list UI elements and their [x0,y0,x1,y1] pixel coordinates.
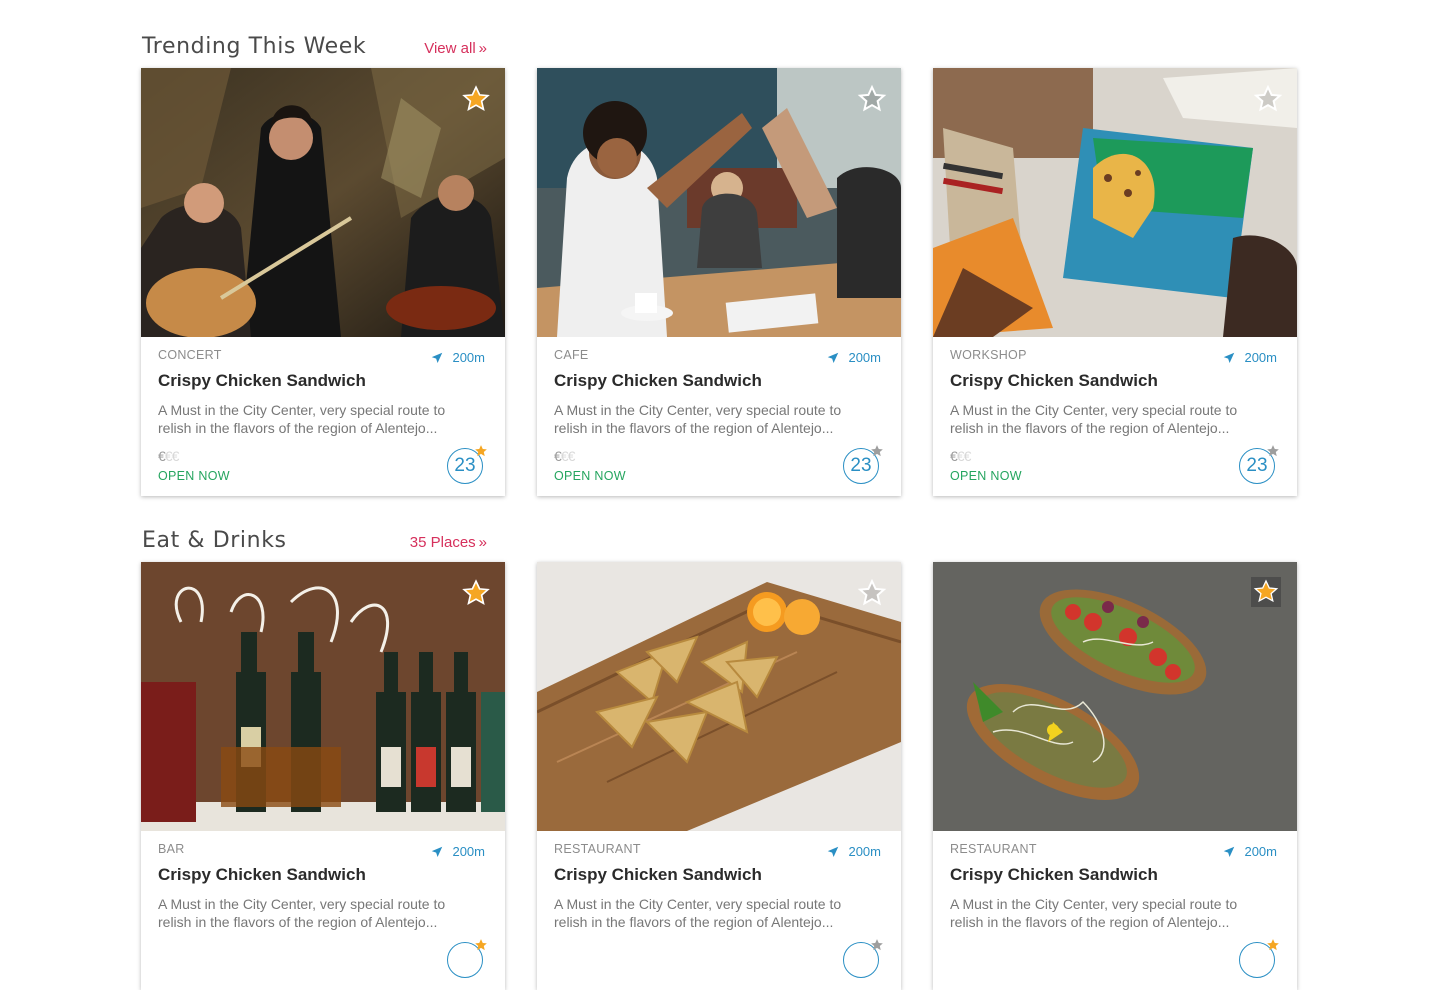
card-distance: 200m [430,350,485,365]
rating-badge: 23 [1239,445,1279,486]
card-description: A Must in the City Center, very special … [158,896,446,930]
card-category: WORKSHOP [950,348,1027,362]
favorite-star-icon[interactable] [857,578,887,608]
places-count-label: 35 Places [409,534,476,551]
place-card[interactable]: RESTAURANT 200m Crispy Chicken Sandwich … [537,562,901,990]
place-card[interactable]: CONCERT 200m Crispy Chicken Sandwich A M… [141,68,505,496]
rating-star-icon [1267,939,1279,951]
card-title[interactable]: Crispy Chicken Sandwich [158,865,366,885]
workshop-photo-icon [933,68,1297,337]
chevron-double-right-icon: » [478,40,487,57]
open-status: OPEN NOW [554,469,626,483]
distance-value: 200m [848,844,881,859]
card-category: BAR [158,842,185,856]
rating-star-icon [871,939,883,951]
price-level: €€€ [158,448,179,464]
view-all-label: View all [424,40,476,57]
card-description: A Must in the City Center, very special … [554,402,842,436]
favorite-star-icon[interactable] [461,84,491,114]
favorite-star-icon[interactable] [857,84,887,114]
card-image [141,68,505,337]
view-all-link[interactable]: View all» [424,40,487,57]
card-category: RESTAURANT [950,842,1037,856]
favorite-star-icon[interactable] [1251,577,1281,607]
card-description: A Must in the City Center, very special … [950,402,1238,436]
distance-value: 200m [1244,844,1277,859]
places-count-link[interactable]: 35 Places» [410,534,487,551]
place-card[interactable]: BAR 200m Crispy Chicken Sandwich A Must … [141,562,505,990]
section-header-eat-drinks: Eat & Drinks 35 Places» [142,528,487,560]
card-distance: 200m [826,844,881,859]
card-category: CONCERT [158,348,222,362]
favorite-star-icon[interactable] [1253,84,1283,114]
rating-star-icon [1267,445,1279,457]
cafe-photo-icon [537,68,901,337]
card-distance: 200m [430,844,485,859]
card-distance: 200m [826,350,881,365]
card-distance: 200m [1222,844,1277,859]
favorite-star-icon[interactable] [461,578,491,608]
section-title: Trending This Week [142,34,367,59]
rating-star-icon [475,445,487,457]
rating-star-icon [871,445,883,457]
bar-photo-icon [141,562,505,831]
distance-value: 200m [452,844,485,859]
place-card[interactable]: RESTAURANT 200m Crispy Chicken Sandwich … [933,562,1297,990]
place-card[interactable]: WORKSHOP 200m Crispy Chicken Sandwich A … [933,68,1297,496]
rating-badge: 23 [843,445,883,486]
card-description: A Must in the City Center, very special … [554,896,842,930]
card-title[interactable]: Crispy Chicken Sandwich [554,865,762,885]
rating-star-icon [475,939,487,951]
distance-value: 200m [452,350,485,365]
rating-badge: 23 [447,445,487,486]
place-card[interactable]: CAFE 200m Crispy Chicken Sandwich A Must… [537,68,901,496]
card-description: A Must in the City Center, very special … [950,896,1238,930]
navigation-arrow-icon [432,352,443,363]
card-title[interactable]: Crispy Chicken Sandwich [950,371,1158,391]
price-level: €€€ [950,448,971,464]
card-description: A Must in the City Center, very special … [158,402,446,436]
navigation-arrow-icon [828,846,839,857]
toast-photo-icon [933,562,1297,831]
card-title[interactable]: Crispy Chicken Sandwich [158,371,366,391]
open-status: OPEN NOW [158,469,230,483]
samosa-photo-icon [537,562,901,831]
chevron-double-right-icon: » [478,534,487,551]
distance-value: 200m [848,350,881,365]
distance-value: 200m [1244,350,1277,365]
section-title: Eat & Drinks [142,528,287,553]
navigation-arrow-icon [1224,352,1235,363]
navigation-arrow-icon [1224,846,1235,857]
concert-photo-icon [141,68,505,337]
open-status: OPEN NOW [950,469,1022,483]
navigation-arrow-icon [828,352,839,363]
card-image [537,562,901,831]
card-image [141,562,505,831]
price-level: €€€ [554,448,575,464]
card-category: CAFE [554,348,589,362]
navigation-arrow-icon [432,846,443,857]
card-image [933,68,1297,337]
section-header-trending: Trending This Week View all» [142,34,487,66]
card-distance: 200m [1222,350,1277,365]
card-title[interactable]: Crispy Chicken Sandwich [950,865,1158,885]
card-category: RESTAURANT [554,842,641,856]
card-image [537,68,901,337]
card-title[interactable]: Crispy Chicken Sandwich [554,371,762,391]
card-image [933,562,1297,831]
